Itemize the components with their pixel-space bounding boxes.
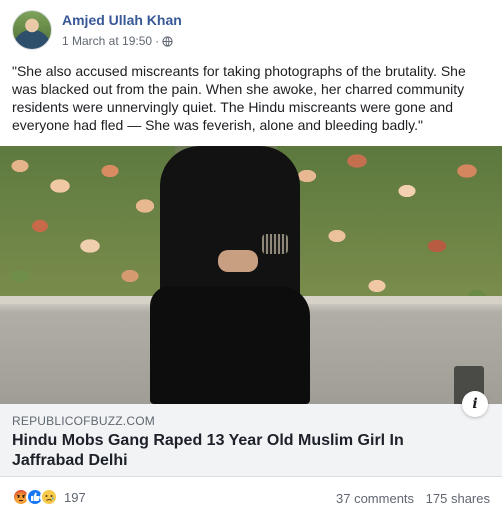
info-icon[interactable]: i	[462, 391, 488, 417]
meta-separator: ·	[155, 34, 160, 48]
folded-hands	[218, 250, 258, 272]
link-domain: REPUBLICOFBUZZ.COM	[12, 414, 155, 428]
post-photo[interactable]	[0, 146, 502, 404]
post-footer: 197 37 comments 175 shares	[0, 486, 502, 522]
post-card: Amjed Ullah Khan 1 March at 19:50 · "She…	[0, 0, 502, 526]
engagement-stats: 37 comments 175 shares	[328, 491, 490, 506]
foliage-right	[277, 146, 502, 321]
author-avatar[interactable]	[12, 10, 52, 50]
author-name[interactable]: Amjed Ullah Khan	[62, 12, 182, 28]
seated-figure-lower	[150, 286, 310, 404]
globe-icon[interactable]	[162, 35, 173, 47]
sleeve-lace	[262, 234, 288, 254]
shares-count[interactable]: 175 shares	[426, 491, 490, 506]
post-timestamp[interactable]: 1 March at 19:50	[62, 34, 152, 48]
link-headline[interactable]: Hindu Mobs Gang Raped 13 Year Old Muslim…	[12, 431, 462, 471]
sad-reaction-icon	[40, 488, 58, 506]
comments-count[interactable]: 37 comments	[336, 491, 414, 506]
post-header: Amjed Ullah Khan 1 March at 19:50 ·	[12, 10, 492, 50]
post-text: "She also accused miscreants for taking …	[12, 63, 466, 133]
reaction-count[interactable]: 197	[64, 490, 86, 505]
foliage-left	[0, 146, 175, 306]
link-preview[interactable]: i REPUBLICOFBUZZ.COM Hindu Mobs Gang Rap…	[0, 391, 502, 477]
reactions-summary[interactable]: 197	[12, 488, 86, 506]
post-meta: 1 March at 19:50 ·	[62, 34, 173, 48]
